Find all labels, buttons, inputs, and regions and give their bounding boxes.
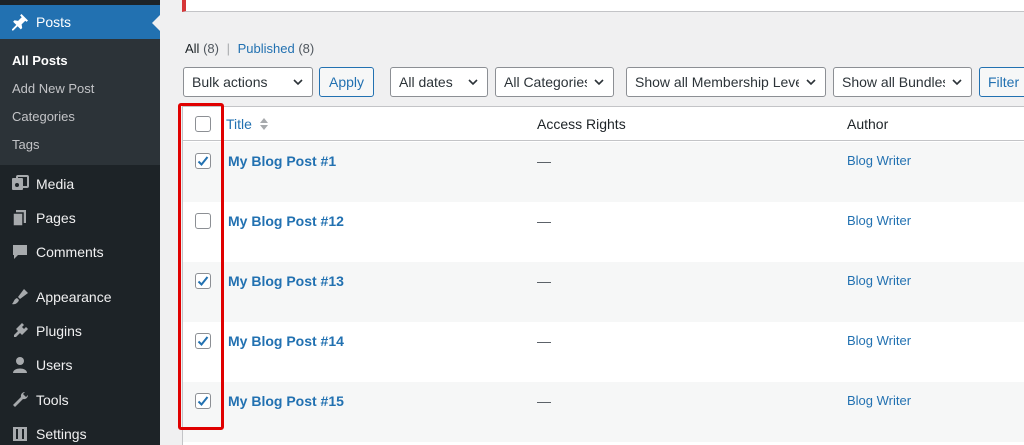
submenu-add-new-post[interactable]: Add New Post [12,81,94,96]
plugins-icon [0,314,36,348]
table-row: My Blog Post #14 — Blog Writer [183,322,1024,382]
bundles-value: Show all Bundles [842,74,945,90]
access-rights-value: — [537,273,551,289]
author-link[interactable]: Blog Writer [847,393,911,408]
submenu-tags[interactable]: Tags [12,137,39,152]
column-access-rights: Access Rights [537,116,626,132]
dates-value: All dates [399,74,453,90]
menu-tools-label: Tools [36,392,69,408]
menu-media[interactable]: Media [0,167,160,201]
media-icon [0,167,36,201]
apply-button[interactable]: Apply [319,67,374,97]
chevron-down-icon [594,79,604,86]
categories-value: All Categories [504,74,587,90]
categories-select[interactable]: All Categories [495,67,614,97]
membership-levels-select[interactable]: Show all Membership Levels [626,67,826,97]
submenu-all-posts[interactable]: All Posts [12,53,68,68]
main-content: All (8) | Published (8) Bulk actions App… [160,0,1024,445]
bulk-actions-value: Bulk actions [192,74,268,90]
admin-notice [182,0,1024,12]
menu-users[interactable]: Users [0,348,160,382]
menu-users-label: Users [36,357,73,373]
appearance-icon [0,280,36,314]
submenu-categories[interactable]: Categories [12,109,75,124]
table-row: My Blog Post #1 — Blog Writer [183,142,1024,202]
column-title-label: Title [226,116,252,132]
dates-select[interactable]: All dates [390,67,488,97]
membership-levels-value: Show all Membership Levels [635,74,799,90]
settings-icon [0,417,36,445]
access-rights-value: — [537,393,551,409]
menu-pages[interactable]: Pages [0,201,160,235]
pages-icon [0,201,36,235]
menu-posts-label: Posts [36,14,72,30]
menu-plugins[interactable]: Plugins [0,314,160,348]
menu-media-label: Media [36,176,75,192]
table-row: My Blog Post #12 — Blog Writer [183,202,1024,262]
tools-icon [0,383,36,417]
chevron-down-icon [806,79,816,86]
access-rights-value: — [537,213,551,229]
post-title-link[interactable]: My Blog Post #1 [228,153,336,169]
posts-submenu: All Posts Add New Post Categories Tags [0,39,160,165]
menu-comments-label: Comments [36,244,104,260]
status-filter-links: All (8) | Published (8) [185,41,314,56]
filter-published-count: (8) [298,41,315,56]
filter-published[interactable]: Published [238,41,295,56]
table-row: My Blog Post #15 — Blog Writer [183,382,1024,442]
menu-pages-label: Pages [36,210,76,226]
menu-settings[interactable]: Settings [0,417,160,445]
comments-icon [0,235,36,269]
users-icon [0,348,36,382]
filter-separator: | [226,41,230,56]
chevron-down-icon [952,79,962,86]
column-title[interactable]: Title [226,116,269,132]
table-row: My Blog Post #13 — Blog Writer [183,262,1024,322]
filter-all[interactable]: All [185,41,199,56]
post-title-link[interactable]: My Blog Post #14 [228,333,344,349]
access-rights-value: — [537,153,551,169]
access-rights-value: — [537,333,551,349]
menu-settings-label: Settings [36,426,87,442]
menu-tools[interactable]: Tools [0,383,160,417]
menu-comments[interactable]: Comments [0,235,160,269]
pushpin-icon [0,5,36,39]
checkbox-highlight-box [178,103,224,430]
author-link[interactable]: Blog Writer [847,273,911,288]
menu-appearance[interactable]: Appearance [0,280,160,314]
post-title-link[interactable]: My Blog Post #13 [228,273,344,289]
chevron-down-icon [468,79,478,86]
chevron-down-icon [293,79,303,86]
menu-posts[interactable]: Posts [0,5,160,39]
filter-all-count: (8) [203,41,219,56]
post-title-link[interactable]: My Blog Post #12 [228,213,344,229]
column-author: Author [847,116,889,132]
admin-sidebar: Posts All Posts Add New Post Categories … [0,0,160,445]
sort-icon [259,118,268,130]
table-header: Title Access Rights Author [183,107,1024,141]
author-link[interactable]: Blog Writer [847,333,911,348]
bundles-select[interactable]: Show all Bundles [833,67,972,97]
author-link[interactable]: Blog Writer [847,153,911,168]
menu-appearance-label: Appearance [36,289,112,305]
bulk-actions-select[interactable]: Bulk actions [183,67,313,97]
posts-table: Title Access Rights Author My Blog Post … [182,106,1024,445]
menu-plugins-label: Plugins [36,323,82,339]
filter-button[interactable]: Filter [979,67,1024,97]
author-link[interactable]: Blog Writer [847,213,911,228]
post-title-link[interactable]: My Blog Post #15 [228,393,344,409]
